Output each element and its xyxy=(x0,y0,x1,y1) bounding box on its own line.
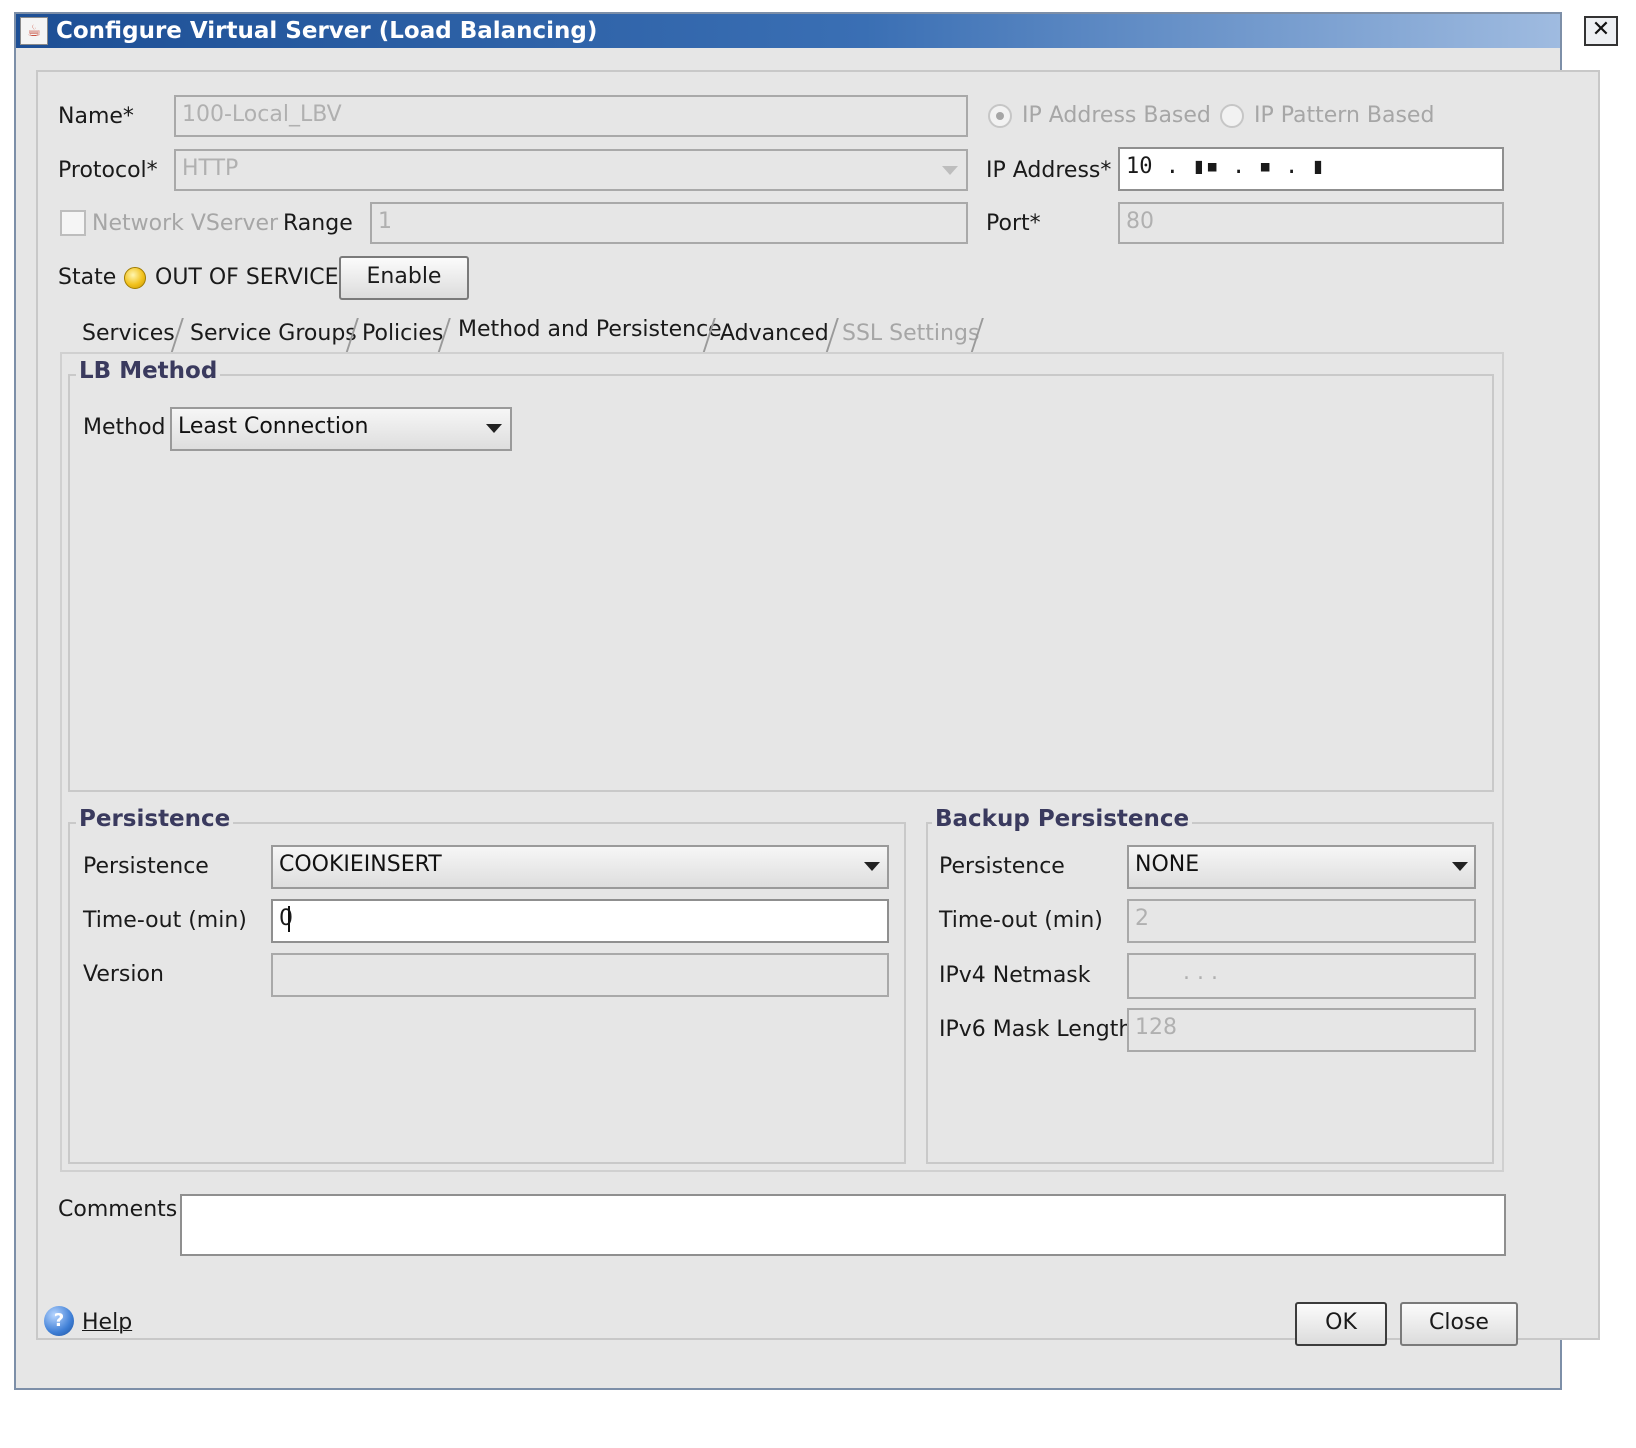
close-window-button[interactable]: ✕ xyxy=(1584,16,1618,46)
close-icon: ✕ xyxy=(1591,17,1611,42)
persistence-title: Persistence xyxy=(76,806,234,832)
enable-button[interactable]: Enable xyxy=(339,256,469,300)
chevron-down-icon xyxy=(1452,862,1468,871)
ip-address-field[interactable]: 10 . ▮▪ . ▪ . ▮ xyxy=(1118,147,1504,191)
comments-field[interactable] xyxy=(180,1194,1506,1256)
ip-pattern-based-radio[interactable] xyxy=(1220,104,1244,128)
range-label: Range xyxy=(283,211,353,236)
chevron-down-icon xyxy=(942,166,958,175)
help-link[interactable]: Help xyxy=(82,1310,132,1336)
comments-label: Comments xyxy=(58,1197,178,1222)
backup-persistence-select[interactable]: NONE xyxy=(1127,845,1476,889)
ipv6-mask-length-label: IPv6 Mask Length xyxy=(939,1017,1133,1042)
name-field[interactable]: 100-Local_LBV xyxy=(174,95,968,137)
ip-address-based-radio[interactable] xyxy=(988,104,1012,128)
tab-service-groups[interactable]: Service Groups xyxy=(184,318,363,352)
network-vserver-checkbox[interactable] xyxy=(60,210,86,236)
ipv4-netmask-label: IPv4 Netmask xyxy=(939,963,1091,988)
state-yellow-dot-icon xyxy=(124,267,146,289)
port-field[interactable]: 80 xyxy=(1118,202,1504,244)
timeout-field[interactable]: 0 xyxy=(271,899,889,943)
text-cursor xyxy=(288,906,290,932)
port-label: Port* xyxy=(986,211,1041,236)
state-label: State xyxy=(58,265,117,290)
backup-persistence-label: Persistence xyxy=(939,854,1065,879)
ok-button[interactable]: OK xyxy=(1295,1302,1387,1346)
version-label: Version xyxy=(83,962,164,987)
ip-pattern-based-label: IP Pattern Based xyxy=(1254,103,1435,128)
range-field[interactable]: 1 xyxy=(370,202,968,244)
ipv4-netmask-field[interactable]: . . . xyxy=(1127,953,1476,999)
ip-address-label: IP Address* xyxy=(986,158,1112,183)
lb-method-title: LB Method xyxy=(76,358,221,384)
backup-timeout-label: Time-out (min) xyxy=(939,908,1103,933)
tab-ssl-settings[interactable]: SSL Settings xyxy=(836,318,985,352)
persistence-label: Persistence xyxy=(83,854,209,879)
tab-policies[interactable]: Policies xyxy=(356,318,449,352)
persistence-select[interactable]: COOKIEINSERT xyxy=(271,845,889,889)
method-label: Method xyxy=(83,415,166,440)
backup-persistence-title: Backup Persistence xyxy=(932,806,1193,832)
close-button[interactable]: Close xyxy=(1400,1302,1518,1346)
tab-services[interactable]: Services xyxy=(76,318,181,352)
version-field[interactable] xyxy=(271,953,889,997)
name-label: Name* xyxy=(58,104,134,129)
network-vserver-label: Network VServer xyxy=(92,211,279,236)
ipv6-mask-length-field[interactable]: 128 xyxy=(1127,1008,1476,1052)
help-question-icon[interactable]: ? xyxy=(44,1306,74,1336)
window-title: Configure Virtual Server (Load Balancing… xyxy=(56,18,598,44)
protocol-select[interactable]: HTTP xyxy=(174,149,968,191)
state-value: OUT OF SERVICE xyxy=(155,265,339,290)
backup-timeout-field[interactable]: 2 xyxy=(1127,899,1476,943)
ip-address-based-label: IP Address Based xyxy=(1022,103,1211,128)
java-coffee-icon: ☕ xyxy=(20,17,48,45)
protocol-label: Protocol* xyxy=(58,158,158,183)
tab-method-and-persistence[interactable]: Method and Persistence xyxy=(452,314,728,348)
tab-advanced[interactable]: Advanced xyxy=(714,318,835,352)
timeout-label: Time-out (min) xyxy=(83,908,247,933)
chevron-down-icon xyxy=(486,424,502,433)
method-select[interactable]: Least Connection xyxy=(170,407,512,451)
chevron-down-icon xyxy=(864,862,880,871)
